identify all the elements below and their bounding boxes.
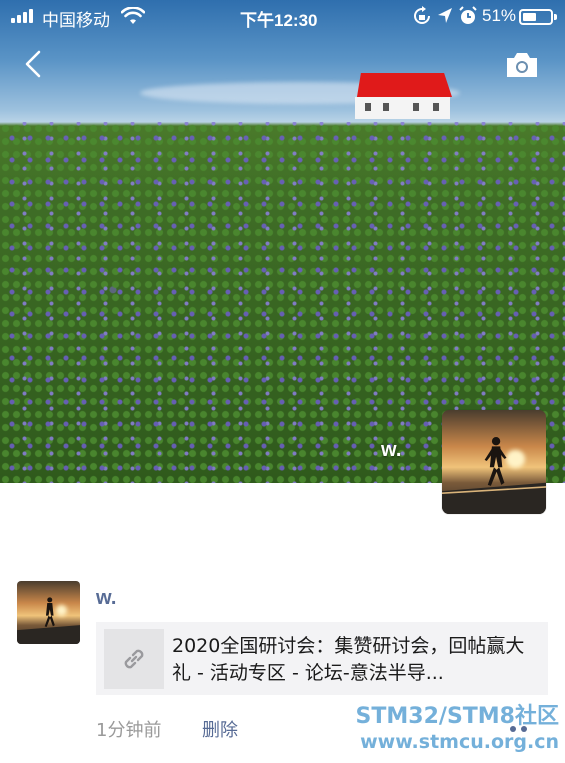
camera-button[interactable] (505, 52, 539, 78)
delete-button[interactable]: 删除 (202, 716, 238, 742)
profile-name: w. (381, 439, 402, 461)
signal-icon (11, 9, 37, 23)
watermark-line2: www.stmcu.org.cn (360, 731, 559, 753)
camera-icon (507, 53, 537, 77)
location-icon (438, 8, 452, 23)
post-time: 1分钟前 (96, 720, 162, 741)
cover-house (353, 73, 452, 119)
back-button[interactable] (18, 48, 48, 80)
battery-icon (519, 9, 557, 25)
link-card[interactable]: 2020全国研讨会：集赞研讨会，回帖赢大礼 - 活动专区 - 论坛-意法半导..… (96, 622, 548, 695)
rotation-lock-icon (414, 6, 430, 24)
wifi-icon (121, 7, 145, 24)
post-avatar[interactable] (17, 581, 80, 644)
battery-percent: 51% (482, 6, 517, 25)
profile-avatar[interactable] (441, 409, 547, 515)
watermark-line1: STM32/STM8社区 (355, 704, 559, 729)
status-bar: 中国移动 下午12:30 51% (0, 0, 565, 34)
link-thumbnail (104, 629, 164, 689)
link-icon (124, 649, 144, 669)
watermark: STM32/STM8社区 www.stmcu.org.cn (333, 703, 559, 753)
alarm-icon (459, 6, 477, 24)
link-title: 2020全国研讨会：集赞研讨会，回帖赢大礼 - 活动专区 - 论坛-意法半导..… (172, 635, 525, 684)
status-time: 下午12:30 (240, 11, 318, 30)
carrier-label: 中国移动 (42, 11, 110, 30)
post-author[interactable]: w. (96, 587, 116, 610)
chevron-left-icon (25, 50, 41, 78)
